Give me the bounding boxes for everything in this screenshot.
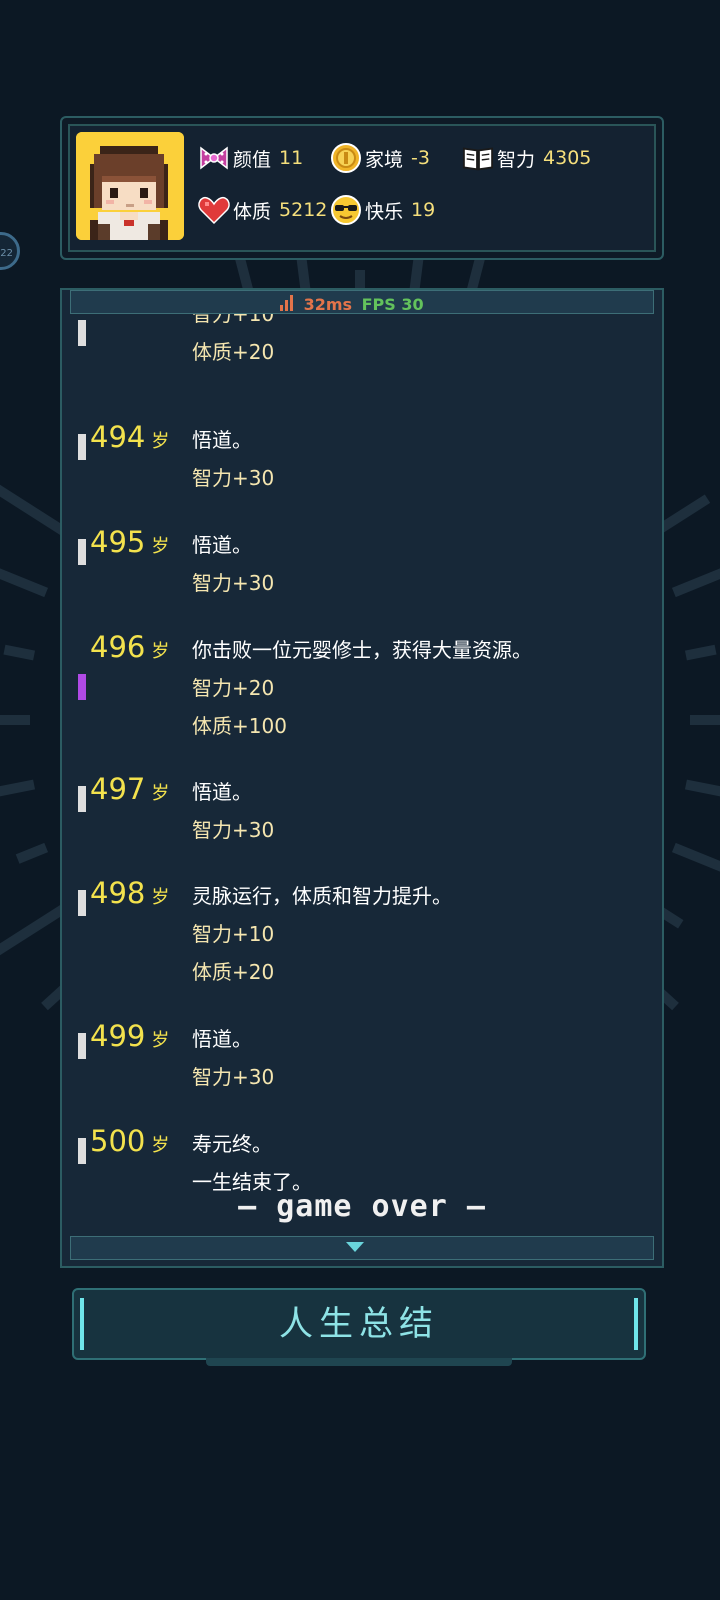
entry-age-unit: 岁 <box>151 783 170 804</box>
life-log-panel[interactable]: 32ms FPS 30 智力+10 体质+20 494 岁悟道。 智力+30 495 岁悟道… <box>60 288 664 1268</box>
background-ray <box>0 484 69 537</box>
background-ray <box>0 779 36 797</box>
entry-effect-line: 智力+30 <box>192 466 275 490</box>
entry-event-line: 悟道。 <box>192 428 252 452</box>
entry-effect-line: 体质+20 <box>192 340 275 364</box>
entry-age-unit: 岁 <box>151 1030 170 1051</box>
bow-icon <box>198 142 230 174</box>
stat-constitution: 体质 5212 <box>198 194 327 226</box>
entry-age-number: 496 <box>90 630 146 664</box>
entry-marker <box>78 1138 86 1164</box>
entry-age-unit: 岁 <box>151 641 170 662</box>
entry-effect-line: 智力+30 <box>192 571 275 595</box>
entry-event-line: 悟道。 <box>192 533 252 557</box>
gold-coin-icon <box>330 142 362 174</box>
entry-age-number: 497 <box>90 772 146 806</box>
background-ray <box>0 568 49 598</box>
entry-age-unit: 岁 <box>151 887 170 908</box>
latency-text: 32ms <box>303 295 353 314</box>
entry-marker <box>78 674 86 700</box>
life-summary-button[interactable]: 人生总结 <box>72 1288 646 1366</box>
entry-age-number: 499 <box>90 1019 146 1053</box>
stat-family-value: -3 <box>411 147 430 169</box>
entry-event-line: 灵脉运行，体质和智力提升。 <box>192 884 452 908</box>
button-edge-right <box>634 1298 638 1350</box>
background-ray <box>15 842 49 864</box>
perf-overlay: 32ms FPS 30 <box>280 295 424 315</box>
button-edge-left <box>80 1298 84 1350</box>
heart-icon <box>198 194 230 226</box>
entry-marker <box>78 320 86 346</box>
background-ray <box>0 903 69 956</box>
entry-event-line: 寿元终。 <box>192 1132 272 1156</box>
entry-age-unit: 岁 <box>151 536 170 557</box>
entry-effect-line: 智力+10 <box>192 314 275 326</box>
entry-age: 496 岁 <box>90 630 190 664</box>
stat-family: 家境 -3 <box>330 142 430 174</box>
stat-happiness-value: 19 <box>411 199 436 221</box>
stat-looks-value: 11 <box>279 147 304 169</box>
stat-looks: 颜值 11 <box>198 142 303 174</box>
entry-effect-line: 智力+30 <box>192 818 275 842</box>
background-ray <box>671 842 720 872</box>
entry-age-number: 494 <box>90 420 146 454</box>
entry-age: 500 岁 <box>90 1124 190 1158</box>
fps-text: FPS 30 <box>361 295 424 314</box>
entry-age: 494 岁 <box>90 420 190 454</box>
entry-event-line: 悟道。 <box>192 1027 252 1051</box>
background-ray <box>684 644 717 661</box>
entry-marker <box>78 786 86 812</box>
entry-age-unit: 岁 <box>151 1135 170 1156</box>
entry-age-number: 500 <box>90 1124 146 1158</box>
game-over-text: — game over — <box>238 1189 486 1224</box>
stat-looks-label: 颜值 <box>233 148 272 171</box>
stat-intelligence-value: 4305 <box>543 147 592 169</box>
entry-effect-line: 体质+20 <box>192 960 275 984</box>
entry-event-line: 悟道。 <box>192 780 252 804</box>
signal-icon <box>280 295 294 315</box>
entry-age-unit: 岁 <box>151 431 170 452</box>
background-ray <box>3 644 36 661</box>
entry-effect-line: 体质+100 <box>192 714 287 738</box>
entry-marker <box>78 539 86 565</box>
background-ray <box>671 568 720 598</box>
background-ray <box>684 779 720 797</box>
stat-happiness: 快乐 19 <box>330 194 435 226</box>
entry-event-line: 你击败一位元婴修士，获得大量资源。 <box>192 638 532 662</box>
entry-age-number: 498 <box>90 876 146 910</box>
entry-age: 499 岁 <box>90 1019 190 1053</box>
stat-constitution-value: 5212 <box>279 199 328 221</box>
book-icon <box>462 142 494 174</box>
stats-panel: 颜值 11 家境 -3 智力 4305 体质 5212 快乐 19 <box>60 116 664 260</box>
stat-family-label: 家境 <box>365 148 404 171</box>
avatar <box>76 132 184 240</box>
log-bottom-bar[interactable] <box>70 1236 654 1260</box>
button-bottom-tab <box>206 1358 512 1366</box>
stat-happiness-label: 快乐 <box>365 200 404 223</box>
entry-age: 498 岁 <box>90 876 190 910</box>
stat-intelligence-label: 智力 <box>497 148 536 171</box>
entry-age: 495 岁 <box>90 525 190 559</box>
entry-effect-line: 智力+30 <box>192 1065 275 1089</box>
sunglasses-face-icon <box>330 194 362 226</box>
entry-marker <box>78 434 86 460</box>
entry-age-number: 495 <box>90 525 146 559</box>
entry-effect-line: 智力+10 <box>192 922 275 946</box>
pixel-character-icon <box>76 132 184 240</box>
stat-intelligence: 智力 4305 <box>462 142 591 174</box>
entry-effect-line: 智力+20 <box>192 676 275 700</box>
entry-marker <box>78 1033 86 1059</box>
entry-age: 497 岁 <box>90 772 190 806</box>
stat-constitution-label: 体质 <box>233 200 272 223</box>
log-scroll-area[interactable]: 智力+10 体质+20 494 岁悟道。 智力+30 495 岁悟道。 智力+30 496 岁你击… <box>62 314 662 1240</box>
scroll-down-icon[interactable] <box>346 1242 364 1252</box>
entry-marker <box>78 890 86 916</box>
life-summary-label: 人生总结 <box>279 1304 439 1344</box>
